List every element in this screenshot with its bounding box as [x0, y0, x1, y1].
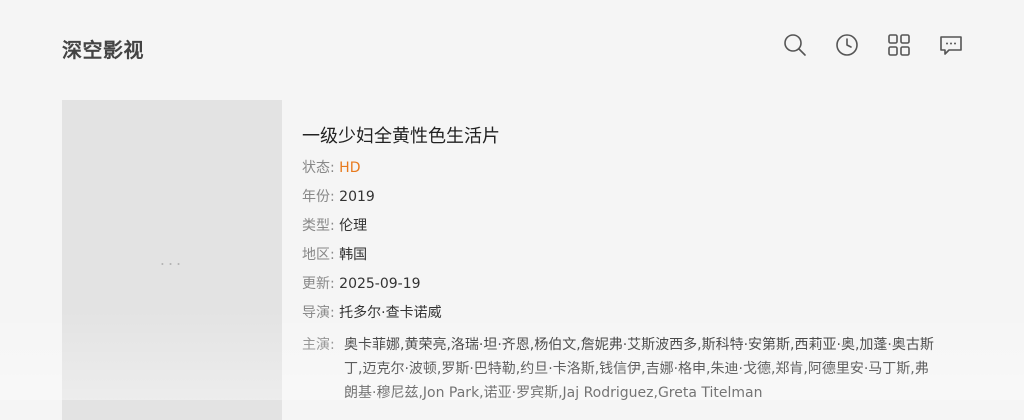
cast-list[interactable]: 奥卡菲娜,黄荣亮,洛瑞·坦·齐恩,杨伯文,詹妮弗·艾斯波西多,斯科特·安第斯,西…	[344, 333, 942, 405]
director-row: 导演: 托多尔·查卡诺威	[302, 301, 442, 325]
history-icon[interactable]	[834, 32, 860, 58]
movie-poster[interactable]: ...	[62, 100, 282, 420]
search-icon[interactable]	[782, 32, 808, 58]
region-value[interactable]: 韩国	[339, 247, 367, 263]
cast-label: 主演:	[302, 337, 335, 353]
region-row: 地区: 韩国	[302, 243, 367, 267]
movie-title: 一级少妇全黄性色生活片	[302, 126, 500, 147]
year-row: 年份: 2019	[302, 185, 375, 209]
cast-row: 主演: 奥卡菲娜,黄荣亮,洛瑞·坦·齐恩,杨伯文,詹妮弗·艾斯波西多,斯科特·安…	[302, 333, 942, 405]
poster-loading-placeholder: ...	[159, 250, 185, 269]
director-label: 导演:	[302, 305, 335, 321]
status-row: 状态: HD	[302, 156, 360, 180]
genre-label: 类型:	[302, 218, 335, 234]
grid-icon[interactable]	[886, 32, 912, 58]
year-value[interactable]: 2019	[339, 189, 375, 205]
status-badge: HD	[339, 160, 361, 176]
updated-value: 2025-09-19	[339, 276, 421, 292]
genre-value[interactable]: 伦理	[339, 218, 367, 234]
genre-row: 类型: 伦理	[302, 214, 367, 238]
updated-row: 更新: 2025-09-19	[302, 272, 421, 296]
top-header: 深空影视	[0, 0, 1024, 92]
status-label: 状态:	[302, 160, 335, 176]
updated-label: 更新:	[302, 276, 335, 292]
site-logo[interactable]: 深空影视	[62, 34, 144, 63]
director-value[interactable]: 托多尔·查卡诺威	[339, 305, 441, 321]
year-label: 年份:	[302, 189, 335, 205]
message-icon[interactable]	[938, 32, 964, 58]
region-label: 地区:	[302, 247, 335, 263]
